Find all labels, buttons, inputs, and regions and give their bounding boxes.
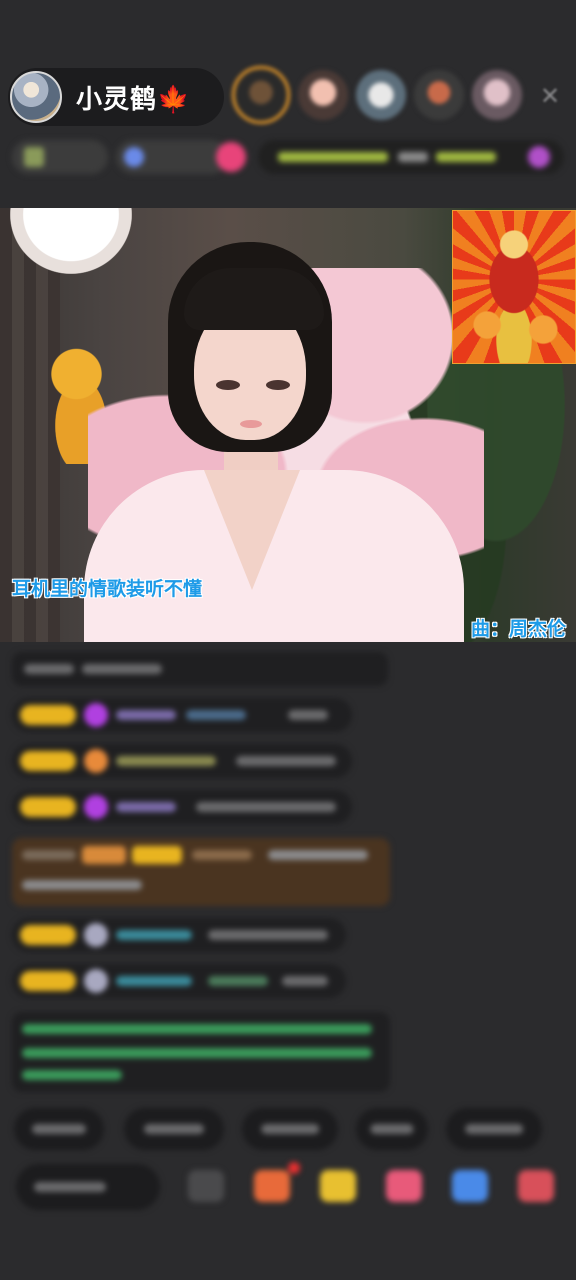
chat-input-placeholder xyxy=(34,1182,106,1192)
streamer-eye xyxy=(216,380,240,390)
treasure-icon[interactable] xyxy=(320,1170,356,1202)
notice-text xyxy=(22,1024,372,1034)
chat-text xyxy=(208,976,268,986)
chip-text xyxy=(32,1124,86,1134)
chat-message[interactable] xyxy=(12,790,352,824)
chip-text xyxy=(370,1124,414,1134)
song-credit: 曲：周杰伦 xyxy=(470,618,566,640)
avatar-icon xyxy=(84,923,108,947)
chat-text xyxy=(24,664,74,674)
room-tag[interactable] xyxy=(116,140,246,174)
chat-text xyxy=(22,880,142,890)
gem-icon xyxy=(84,795,108,819)
room-tags-row xyxy=(12,140,564,174)
host-info-pill[interactable]: 小灵鹤🍁 xyxy=(8,68,224,126)
level-badge xyxy=(20,971,76,991)
chat-text xyxy=(82,664,162,674)
gift-icon xyxy=(84,749,108,773)
chip-text xyxy=(261,1124,319,1134)
top-viewers-list xyxy=(232,66,522,124)
gift-icon[interactable] xyxy=(254,1170,290,1202)
chat-username xyxy=(116,710,176,720)
chat-message[interactable] xyxy=(12,918,346,952)
chat-text xyxy=(196,802,336,812)
chat-username xyxy=(116,802,176,812)
notification-dot xyxy=(288,1162,300,1174)
background-lamp xyxy=(10,208,132,274)
chat-message[interactable] xyxy=(12,698,352,732)
level-badge xyxy=(20,705,76,725)
level-badge xyxy=(20,751,76,771)
tag-icon xyxy=(24,147,44,167)
viewer-avatar[interactable] xyxy=(472,70,522,120)
quick-reply-chip[interactable] xyxy=(242,1108,338,1150)
chat-text xyxy=(268,850,368,860)
lyric-caption: 耳机里的情歌装听不懂 xyxy=(12,578,203,600)
tag-badge-icon xyxy=(216,142,246,172)
host-badge-icon: 🍁 xyxy=(157,84,191,115)
quick-reply-chip[interactable] xyxy=(356,1108,428,1150)
chat-text xyxy=(208,930,328,940)
chat-text xyxy=(282,976,328,986)
host-name: 小灵鹤🍁 xyxy=(76,79,190,116)
chat-message[interactable] xyxy=(12,964,346,998)
chat-text xyxy=(22,850,76,860)
notice-text xyxy=(22,1048,372,1058)
avatar-icon xyxy=(84,969,108,993)
level-badge xyxy=(20,797,76,817)
quick-reply-chip[interactable] xyxy=(446,1108,542,1150)
banner-text xyxy=(278,152,388,162)
chat-message[interactable] xyxy=(12,744,352,778)
fan-club-icon[interactable] xyxy=(452,1170,488,1202)
host-name-text: 小灵鹤 xyxy=(76,84,158,115)
host-avatar[interactable] xyxy=(10,71,62,123)
streamer-lips xyxy=(240,420,262,428)
fortune-god-poster-icon[interactable] xyxy=(452,210,576,364)
viewer-avatar[interactable] xyxy=(298,70,348,120)
heart-gift-icon[interactable] xyxy=(386,1170,422,1202)
chat-message-highlighted[interactable] xyxy=(12,838,390,906)
banner-text xyxy=(398,152,428,162)
close-icon[interactable]: ✕ xyxy=(536,82,564,110)
chip-text xyxy=(465,1124,523,1134)
more-icon[interactable] xyxy=(518,1170,554,1202)
level-badge xyxy=(20,925,76,945)
gem-icon xyxy=(84,703,108,727)
viewer-avatar[interactable] xyxy=(414,70,464,120)
chat-text xyxy=(186,710,246,720)
tag-icon xyxy=(124,147,144,167)
chip-text xyxy=(144,1124,204,1134)
announcement-banner[interactable] xyxy=(258,140,564,174)
chat-username xyxy=(116,756,216,766)
emoji-icon[interactable] xyxy=(188,1170,224,1202)
level-badge xyxy=(132,846,182,864)
chat-username xyxy=(116,930,192,940)
streamer-bangs xyxy=(184,268,324,330)
chat-system-notice xyxy=(12,1012,390,1092)
notice-text xyxy=(22,1070,122,1080)
quick-reply-chip[interactable] xyxy=(124,1108,224,1150)
chat-username xyxy=(116,976,192,986)
quick-reply-chip[interactable] xyxy=(14,1108,104,1150)
chat-text xyxy=(288,710,328,720)
chat-username xyxy=(192,850,252,860)
bottom-action-bar xyxy=(16,1162,564,1212)
banner-text xyxy=(436,152,496,162)
banner-icon xyxy=(528,146,550,168)
viewer-avatar[interactable] xyxy=(232,66,290,124)
chat-text xyxy=(236,756,336,766)
streamer-eye xyxy=(266,380,290,390)
viewer-avatar[interactable] xyxy=(356,70,406,120)
vip-badge xyxy=(82,846,126,864)
quick-reply-row xyxy=(14,1108,576,1150)
chat-notice xyxy=(12,652,388,686)
room-tag[interactable] xyxy=(12,140,108,174)
chat-input[interactable] xyxy=(16,1164,160,1210)
